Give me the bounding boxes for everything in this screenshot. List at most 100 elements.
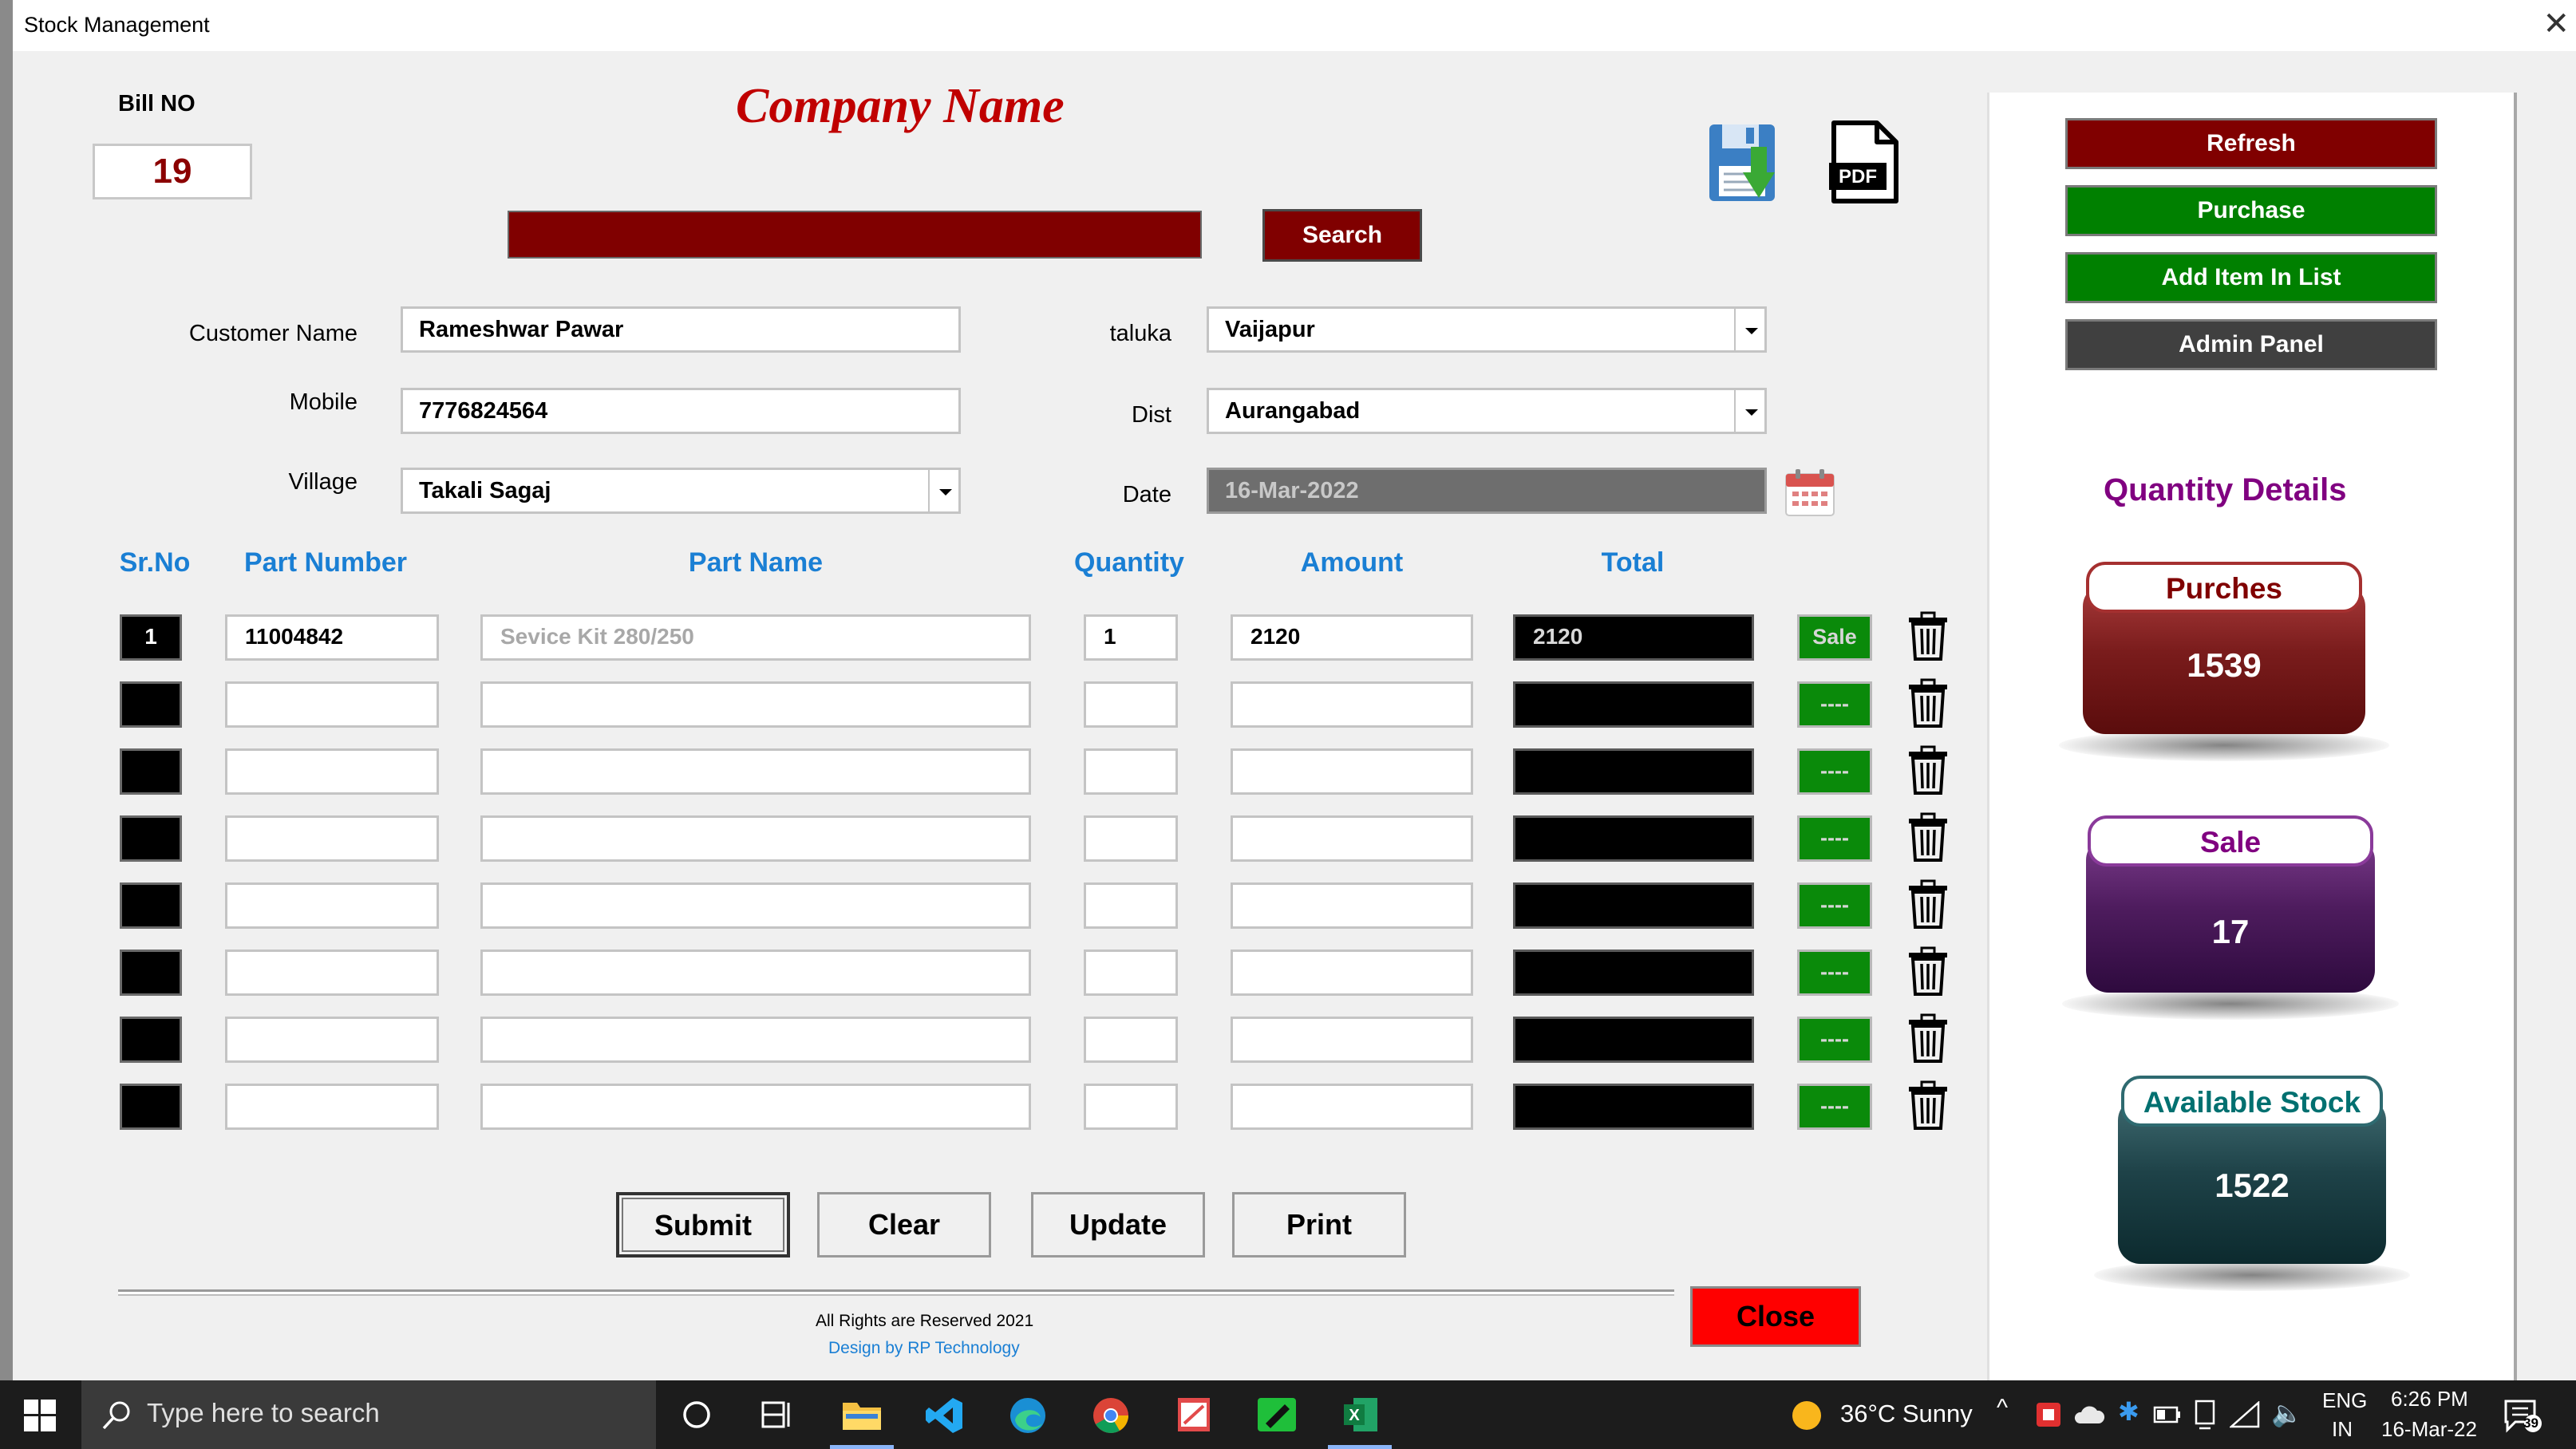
- dist-select[interactable]: Aurangabad: [1207, 388, 1767, 434]
- amount-field[interactable]: [1231, 748, 1473, 795]
- trash-icon[interactable]: [1906, 745, 1950, 796]
- available-stock-card: Available Stock 1522: [2094, 1076, 2410, 1291]
- quantity-field[interactable]: [1084, 950, 1178, 996]
- quantity-field[interactable]: [1084, 681, 1178, 728]
- sale-button[interactable]: ----: [1797, 950, 1872, 996]
- amount-field[interactable]: [1231, 1084, 1473, 1130]
- amount-field[interactable]: [1231, 815, 1473, 862]
- amount-field[interactable]: [1231, 1017, 1473, 1063]
- sale-button[interactable]: ----: [1797, 681, 1872, 728]
- part-number-field[interactable]: [225, 950, 439, 996]
- weather-text[interactable]: 36°C Sunny: [1840, 1400, 1973, 1428]
- mobile-field[interactable]: 7776824564: [401, 388, 961, 434]
- pdf-icon[interactable]: PDF: [1824, 118, 1904, 207]
- save-icon[interactable]: [1705, 118, 1784, 207]
- part-name-field[interactable]: [480, 882, 1031, 929]
- sale-button[interactable]: ----: [1797, 882, 1872, 929]
- part-name-field[interactable]: [480, 748, 1031, 795]
- trash-icon[interactable]: [1906, 1013, 1950, 1064]
- add-item-button[interactable]: Add Item In List: [2065, 252, 2437, 303]
- task-view-icon[interactable]: [760, 1398, 795, 1431]
- total-field: [1513, 748, 1754, 795]
- bluetooth-icon[interactable]: ✱: [2118, 1396, 2139, 1427]
- part-number-field[interactable]: [225, 681, 439, 728]
- part-number-field[interactable]: [225, 1017, 439, 1063]
- part-number-field[interactable]: [225, 748, 439, 795]
- date-field[interactable]: 16-Mar-2022: [1207, 468, 1767, 514]
- cloud-icon[interactable]: [2073, 1403, 2105, 1427]
- volume-icon[interactable]: 🔈: [2271, 1398, 2303, 1428]
- trash-icon[interactable]: [1906, 812, 1950, 863]
- windows-start-icon[interactable]: [24, 1400, 56, 1431]
- sale-button[interactable]: ----: [1797, 815, 1872, 862]
- bill-no-field[interactable]: 19: [93, 144, 252, 199]
- close-button[interactable]: Close: [1690, 1286, 1861, 1347]
- chevron-down-icon[interactable]: [1734, 390, 1764, 432]
- language-top[interactable]: ENG: [2322, 1388, 2367, 1413]
- part-number-field[interactable]: 11004842: [225, 614, 439, 661]
- print-button[interactable]: Print: [1232, 1192, 1406, 1258]
- sale-button[interactable]: ----: [1797, 1084, 1872, 1130]
- part-name-field[interactable]: Sevice Kit 280/250: [480, 614, 1031, 661]
- part-name-field[interactable]: [480, 815, 1031, 862]
- sun-weather-icon[interactable]: [1791, 1400, 1823, 1431]
- taluka-select[interactable]: Vaijapur: [1207, 306, 1767, 353]
- chevron-up-icon[interactable]: ^: [1997, 1395, 2008, 1422]
- device-icon[interactable]: [2191, 1400, 2218, 1430]
- sale-button[interactable]: ----: [1797, 1017, 1872, 1063]
- quantity-field[interactable]: [1084, 748, 1178, 795]
- sale-button[interactable]: Sale: [1797, 614, 1872, 661]
- part-number-field[interactable]: [225, 1084, 439, 1130]
- calendar-icon[interactable]: [1783, 468, 1837, 519]
- excel-app[interactable]: X: [1320, 1380, 1400, 1449]
- search-input[interactable]: [508, 211, 1202, 259]
- edge-app[interactable]: [988, 1380, 1068, 1449]
- cortana-icon[interactable]: [680, 1398, 713, 1431]
- search-button[interactable]: Search: [1262, 209, 1422, 262]
- update-button[interactable]: Update: [1031, 1192, 1205, 1258]
- part-name-field[interactable]: [480, 1017, 1031, 1063]
- part-name-field[interactable]: [480, 681, 1031, 728]
- clock-date[interactable]: 16-Mar-22: [2381, 1417, 2477, 1442]
- amount-field[interactable]: [1231, 882, 1473, 929]
- clear-button[interactable]: Clear: [817, 1192, 991, 1258]
- amount-field[interactable]: [1231, 681, 1473, 728]
- chevron-down-icon[interactable]: [1734, 309, 1764, 350]
- wifi-icon[interactable]: [2230, 1401, 2260, 1428]
- refresh-button[interactable]: Refresh: [2065, 118, 2437, 169]
- part-number-field[interactable]: [225, 815, 439, 862]
- trash-icon[interactable]: [1906, 946, 1950, 997]
- battery-icon[interactable]: [2153, 1404, 2182, 1425]
- trash-icon[interactable]: [1906, 1080, 1950, 1131]
- chrome-app[interactable]: [1071, 1380, 1151, 1449]
- quantity-field[interactable]: 1: [1084, 614, 1178, 661]
- security-tray-icon[interactable]: [2035, 1401, 2062, 1428]
- trash-icon[interactable]: [1906, 678, 1950, 729]
- snip-app[interactable]: [1154, 1380, 1234, 1449]
- window-close-icon[interactable]: ✕: [2542, 8, 2570, 40]
- part-name-field[interactable]: [480, 1084, 1031, 1130]
- edit-app[interactable]: [1237, 1380, 1317, 1449]
- chevron-down-icon[interactable]: [928, 470, 958, 511]
- amount-field[interactable]: 2120: [1231, 614, 1473, 661]
- admin-panel-button[interactable]: Admin Panel: [2065, 319, 2437, 370]
- file-explorer-app[interactable]: [822, 1380, 902, 1449]
- part-name-field[interactable]: [480, 950, 1031, 996]
- quantity-field[interactable]: [1084, 1017, 1178, 1063]
- village-select[interactable]: Takali Sagaj: [401, 468, 961, 514]
- quantity-field[interactable]: [1084, 815, 1178, 862]
- quantity-field[interactable]: [1084, 1084, 1178, 1130]
- sale-button[interactable]: ----: [1797, 748, 1872, 795]
- trash-icon[interactable]: [1906, 611, 1950, 662]
- clock-time[interactable]: 6:26 PM: [2391, 1387, 2468, 1411]
- trash-icon[interactable]: [1906, 879, 1950, 930]
- submit-button[interactable]: Submit: [616, 1192, 790, 1258]
- amount-field[interactable]: [1231, 950, 1473, 996]
- customer-name-field[interactable]: Rameshwar Pawar: [401, 306, 961, 353]
- taskbar-search[interactable]: Type here to search: [81, 1380, 656, 1449]
- vscode-app[interactable]: [905, 1380, 985, 1449]
- language-bottom[interactable]: IN: [2332, 1417, 2353, 1442]
- quantity-field[interactable]: [1084, 882, 1178, 929]
- part-number-field[interactable]: [225, 882, 439, 929]
- purchase-button[interactable]: Purchase: [2065, 185, 2437, 236]
